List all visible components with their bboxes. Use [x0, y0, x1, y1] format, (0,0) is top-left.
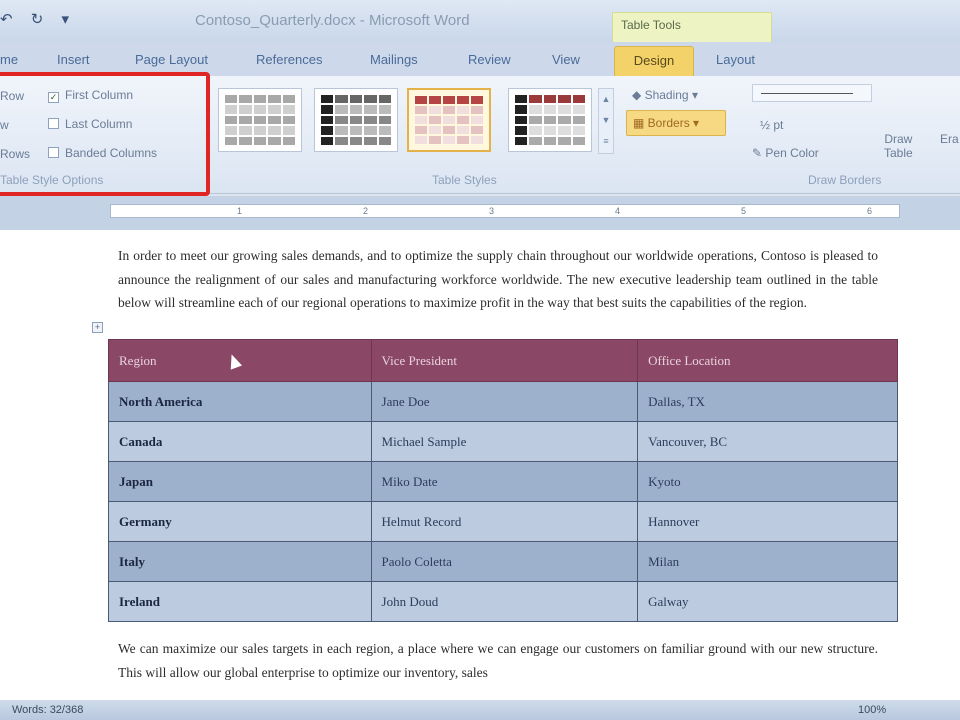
tab-view[interactable]: View: [552, 52, 580, 67]
table-cell[interactable]: John Doud: [370, 581, 639, 622]
outro-paragraph[interactable]: We can maximize our sales targets in eac…: [118, 637, 878, 683]
table-cell[interactable]: Ireland: [108, 581, 372, 622]
borders-label: Borders: [647, 116, 690, 130]
borders-button[interactable]: ▦ Borders ▾: [626, 110, 726, 136]
table-cell[interactable]: North America: [108, 381, 372, 422]
title-bar: ↶ ↻ ▾ Contoso_Quarterly.docx - Microsoft…: [0, 0, 960, 42]
draw-table-label-1: Draw: [884, 132, 913, 146]
table-tools-group: Table Tools: [612, 12, 772, 42]
ruler-strip: 1 2 3 4 5 6: [110, 204, 900, 218]
table-cell[interactable]: Canada: [108, 421, 372, 462]
table-row: Ireland John Doud Galway: [108, 581, 898, 622]
table-cell[interactable]: Miko Date: [370, 461, 639, 502]
ruler-tick-label: 6: [867, 206, 873, 216]
table-cell[interactable]: Japan: [108, 461, 372, 502]
ruler-tick-label: 5: [741, 206, 747, 216]
table-row: Germany Helmut Record Hannover: [108, 501, 898, 542]
draw-table-label-2: Table: [884, 146, 913, 160]
table-cell[interactable]: Galway: [637, 581, 898, 622]
table-move-handle[interactable]: +: [92, 322, 103, 333]
table-row: Japan Miko Date Kyoto: [108, 461, 898, 502]
draw-borders-label: Draw Borders: [808, 173, 882, 187]
table-cell[interactable]: Kyoto: [637, 461, 898, 502]
customize-qat-icon[interactable]: ▾: [62, 11, 70, 28]
quick-access-toolbar: ↶ ↻ ▾: [0, 10, 83, 28]
tab-mailings[interactable]: Mailings: [370, 52, 418, 67]
redo-icon[interactable]: ↻: [31, 11, 44, 28]
ruler-tick-label: 4: [615, 206, 621, 216]
shading-label: Shading: [644, 88, 689, 102]
table-row: Italy Paolo Coletta Milan: [108, 541, 898, 582]
table-tools-label: Table Tools: [621, 18, 681, 32]
tab-home[interactable]: me: [0, 52, 18, 67]
shading-button[interactable]: ◆ Shading ▾: [632, 88, 698, 102]
table-cell[interactable]: Dallas, TX: [637, 381, 898, 422]
table-cell[interactable]: Michael Sample: [370, 421, 639, 462]
table-cell[interactable]: Hannover: [637, 501, 898, 542]
tab-layout[interactable]: Layout: [716, 52, 755, 67]
table-cell[interactable]: Paolo Coletta: [370, 541, 639, 582]
table-header-vice-president[interactable]: Vice President: [370, 339, 639, 382]
table-styles-label: Table Styles: [432, 173, 497, 187]
ribbon-tabs: me Insert Page Layout References Mailing…: [0, 42, 960, 76]
window-title: Contoso_Quarterly.docx - Microsoft Word: [195, 12, 470, 29]
pen-color-label: Pen Color: [765, 146, 819, 160]
word-count[interactable]: Words: 32/368: [12, 704, 83, 716]
table-cell[interactable]: Helmut Record: [370, 501, 639, 542]
pen-color-button[interactable]: ✎ Pen Color: [752, 146, 819, 160]
table-cell[interactable]: Jane Doe: [370, 381, 639, 422]
pen-weight-select[interactable]: ½ pt: [760, 118, 783, 132]
table-row: Canada Michael Sample Vancouver, BC: [108, 421, 898, 462]
pen-icon: ✎: [752, 146, 766, 160]
horizontal-ruler[interactable]: 1 2 3 4 5 6: [0, 196, 960, 230]
intro-paragraph[interactable]: In order to meet our growing sales deman…: [118, 244, 878, 315]
table-cell[interactable]: Italy: [108, 541, 372, 582]
ruler-tick-label: 2: [363, 206, 369, 216]
styles-gallery-scroll[interactable]: ▲ ▼ ≡: [598, 88, 614, 154]
zoom-level[interactable]: 100%: [858, 704, 886, 716]
table-cell[interactable]: Vancouver, BC: [637, 421, 898, 462]
tab-page-layout[interactable]: Page Layout: [135, 52, 208, 67]
region-table[interactable]: Region Vice President Office Location No…: [108, 339, 898, 622]
tab-insert[interactable]: Insert: [57, 52, 90, 67]
table-cell[interactable]: Milan: [637, 541, 898, 582]
borders-icon: ▦: [633, 116, 648, 130]
ruler-tick-label: 3: [489, 206, 495, 216]
table-style-thumbnail[interactable]: [508, 88, 592, 152]
table-header-office-location[interactable]: Office Location: [637, 339, 898, 382]
tab-references[interactable]: References: [256, 52, 322, 67]
status-bar: Words: 32/368 100%: [0, 700, 960, 720]
table-style-thumbnail[interactable]: [314, 88, 398, 152]
table-cell[interactable]: Germany: [108, 501, 372, 542]
highlight-box: [0, 72, 210, 196]
table-row: North America Jane Doe Dallas, TX: [108, 381, 898, 422]
chevron-down-icon: ▾: [691, 88, 698, 102]
table-style-thumbnail[interactable]: [218, 88, 302, 152]
ruler-tick-label: 1: [237, 206, 243, 216]
tab-review[interactable]: Review: [468, 52, 511, 67]
table-style-thumbnail-selected[interactable]: [407, 88, 491, 152]
draw-table-button[interactable]: Draw Table: [884, 132, 913, 160]
chevron-down-icon: ▾: [693, 116, 700, 130]
tab-design[interactable]: Design: [614, 46, 694, 76]
eraser-button[interactable]: Era: [940, 132, 959, 146]
shading-icon: ◆: [632, 88, 645, 102]
undo-icon[interactable]: ↶: [0, 11, 13, 28]
line-style-select[interactable]: [752, 84, 872, 102]
